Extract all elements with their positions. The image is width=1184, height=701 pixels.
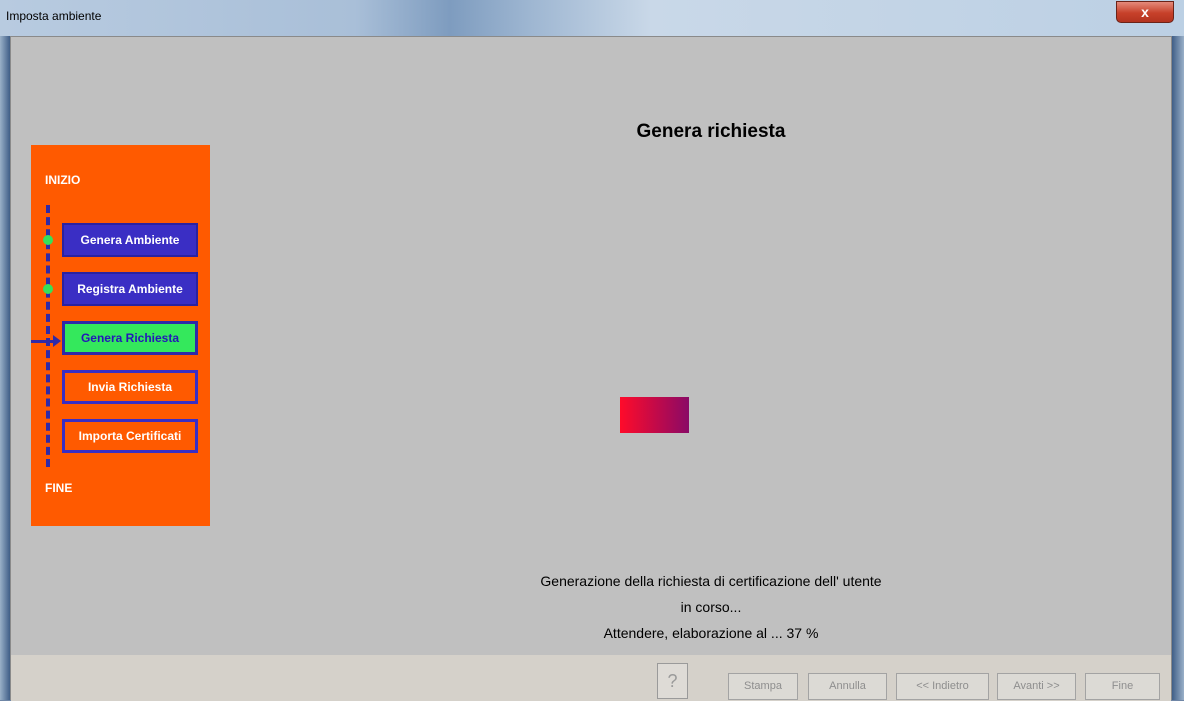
start-label: INIZIO [45,173,81,187]
close-button[interactable]: x [1116,1,1174,23]
current-step-arrowhead-icon [53,335,61,347]
step-genera-richiesta: Genera Richiesta [62,321,198,355]
window-frame-right [1172,36,1184,700]
step-complete-dot-icon [43,284,53,294]
window-titlebar: Imposta ambiente x [0,0,1184,36]
current-step-arrow-icon [31,340,55,343]
step-importa-certificati: Importa Certificati [62,419,198,453]
help-button[interactable]: ? [657,663,688,699]
step-registra-ambiente: Registra Ambiente [62,272,198,306]
step-invia-richiesta: Invia Richiesta [62,370,198,404]
dialog-client-area: INIZIO Genera Ambiente Registra Ambiente… [10,36,1172,701]
help-icon: ? [667,671,678,691]
end-label: FINE [45,481,73,495]
cancel-button[interactable]: Annulla [808,673,887,700]
page-title: Genera richiesta [636,121,786,142]
wizard-steps-panel: INIZIO Genera Ambiente Registra Ambiente… [31,145,210,526]
status-message-line2: in corso... [680,599,742,615]
window-frame-left [0,36,10,700]
print-button[interactable]: Stampa [728,673,798,700]
back-button[interactable]: << Indietro [896,673,989,700]
window-title: Imposta ambiente [6,9,102,23]
status-progress-text: Attendere, elaborazione al ... 37 % [603,625,819,641]
status-message-line1: Generazione della richiesta di certifica… [540,573,882,589]
button-bar: ? Stampa Annulla << Indietro Avanti >> F… [11,655,1171,701]
close-icon: x [1141,4,1149,20]
progress-animation-block [620,397,689,433]
next-button[interactable]: Avanti >> [997,673,1076,700]
finish-button[interactable]: Fine [1085,673,1160,700]
step-complete-dot-icon [43,235,53,245]
step-genera-ambiente: Genera Ambiente [62,223,198,257]
